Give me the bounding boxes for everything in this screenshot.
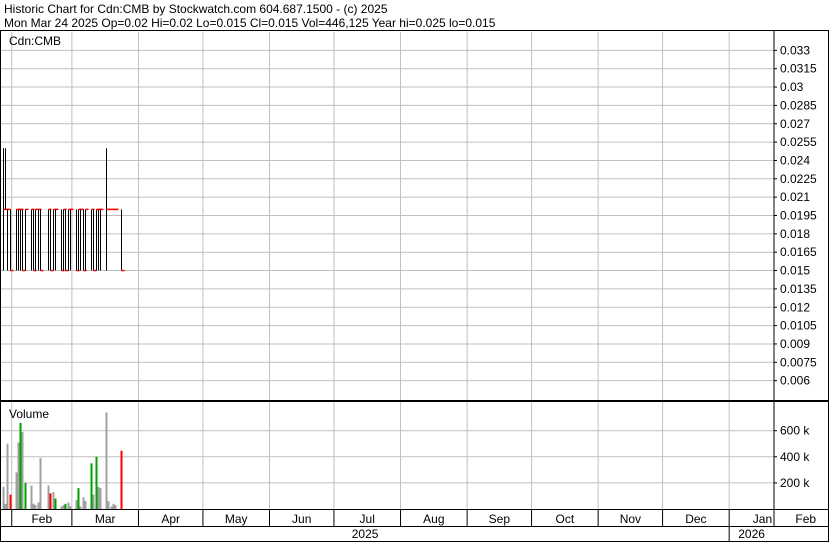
price-tick-label: 0.0105	[780, 319, 817, 333]
month-label: Feb	[795, 512, 816, 526]
price-tick-label: 0.0255	[780, 135, 817, 149]
month-label: Nov	[620, 512, 641, 526]
price-tick-label: 0.009	[780, 337, 810, 351]
volume-label: Volume	[9, 407, 49, 421]
price-tick-label: 0.0315	[780, 62, 817, 76]
price-tick-label: 0.0195	[780, 209, 817, 223]
month-label: Oct	[556, 512, 575, 526]
price-tick-label: 0.0165	[780, 245, 817, 259]
price-tick-label: 0.012	[780, 300, 810, 314]
stock-chart: Historic Chart for Cdn:CMB by Stockwatch…	[0, 0, 830, 543]
price-tick-label: 0.0075	[780, 355, 817, 369]
month-label: Mar	[95, 512, 116, 526]
month-label: Aug	[423, 512, 444, 526]
price-tick-label: 0.021	[780, 190, 810, 204]
year-label: 2026	[738, 527, 765, 541]
price-tick-label: 0.033	[780, 43, 810, 57]
chart-header-line2: Mon Mar 24 2025 Op=0.02 Hi=0.02 Lo=0.015…	[4, 16, 496, 30]
month-label: Jan	[753, 512, 772, 526]
price-tick-label: 0.03	[780, 80, 804, 94]
chart-header-line1: Historic Chart for Cdn:CMB by Stockwatch…	[4, 2, 388, 16]
price-tick-label: 0.0135	[780, 282, 817, 296]
volume-tick-label: 200 k	[780, 476, 810, 490]
price-tick-label: 0.018	[780, 227, 810, 241]
month-label: Sep	[489, 512, 511, 526]
month-label: Feb	[31, 512, 52, 526]
price-tick-label: 0.024	[780, 153, 810, 167]
price-tick-label: 0.015	[780, 264, 810, 278]
price-tick-label: 0.006	[780, 374, 810, 388]
month-label: Dec	[685, 512, 706, 526]
volume-tick-label: 600 k	[780, 424, 810, 438]
price-tick-label: 0.0285	[780, 98, 817, 112]
price-tick-label: 0.027	[780, 117, 810, 131]
volume-tick-label: 400 k	[780, 450, 810, 464]
month-label: May	[225, 512, 248, 526]
month-label: Jun	[292, 512, 311, 526]
year-label: 2025	[352, 527, 379, 541]
month-label: Apr	[161, 512, 180, 526]
month-label: Jul	[360, 512, 375, 526]
price-tick-label: 0.0225	[780, 172, 817, 186]
symbol-label: Cdn:CMB	[9, 34, 61, 48]
chart-background	[0, 0, 830, 543]
